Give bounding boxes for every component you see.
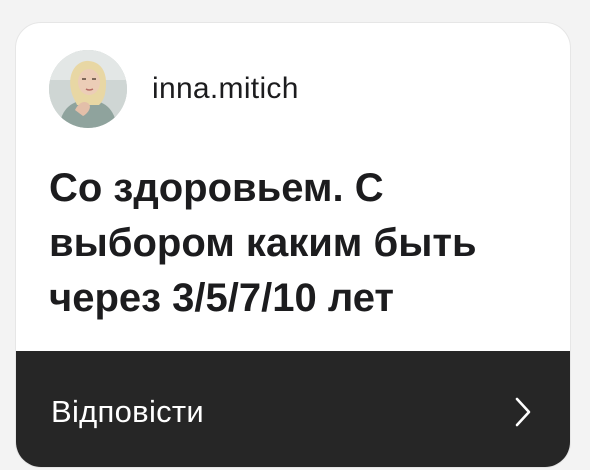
- chevron-right-icon: [515, 397, 531, 427]
- question-text: Со здоровьем. С выбором каким быть через…: [49, 166, 477, 320]
- username[interactable]: inna.mitich: [152, 72, 299, 106]
- reply-button-label: Відповісти: [51, 394, 205, 429]
- avatar[interactable]: [49, 50, 127, 128]
- question-sticker-card: inna.mitich Со здоровьем. С выбором каки…: [15, 22, 571, 468]
- profile-photo-icon: [49, 50, 127, 128]
- sticker-header: inna.mitich: [49, 50, 299, 128]
- reply-button[interactable]: Відповісти: [16, 351, 570, 467]
